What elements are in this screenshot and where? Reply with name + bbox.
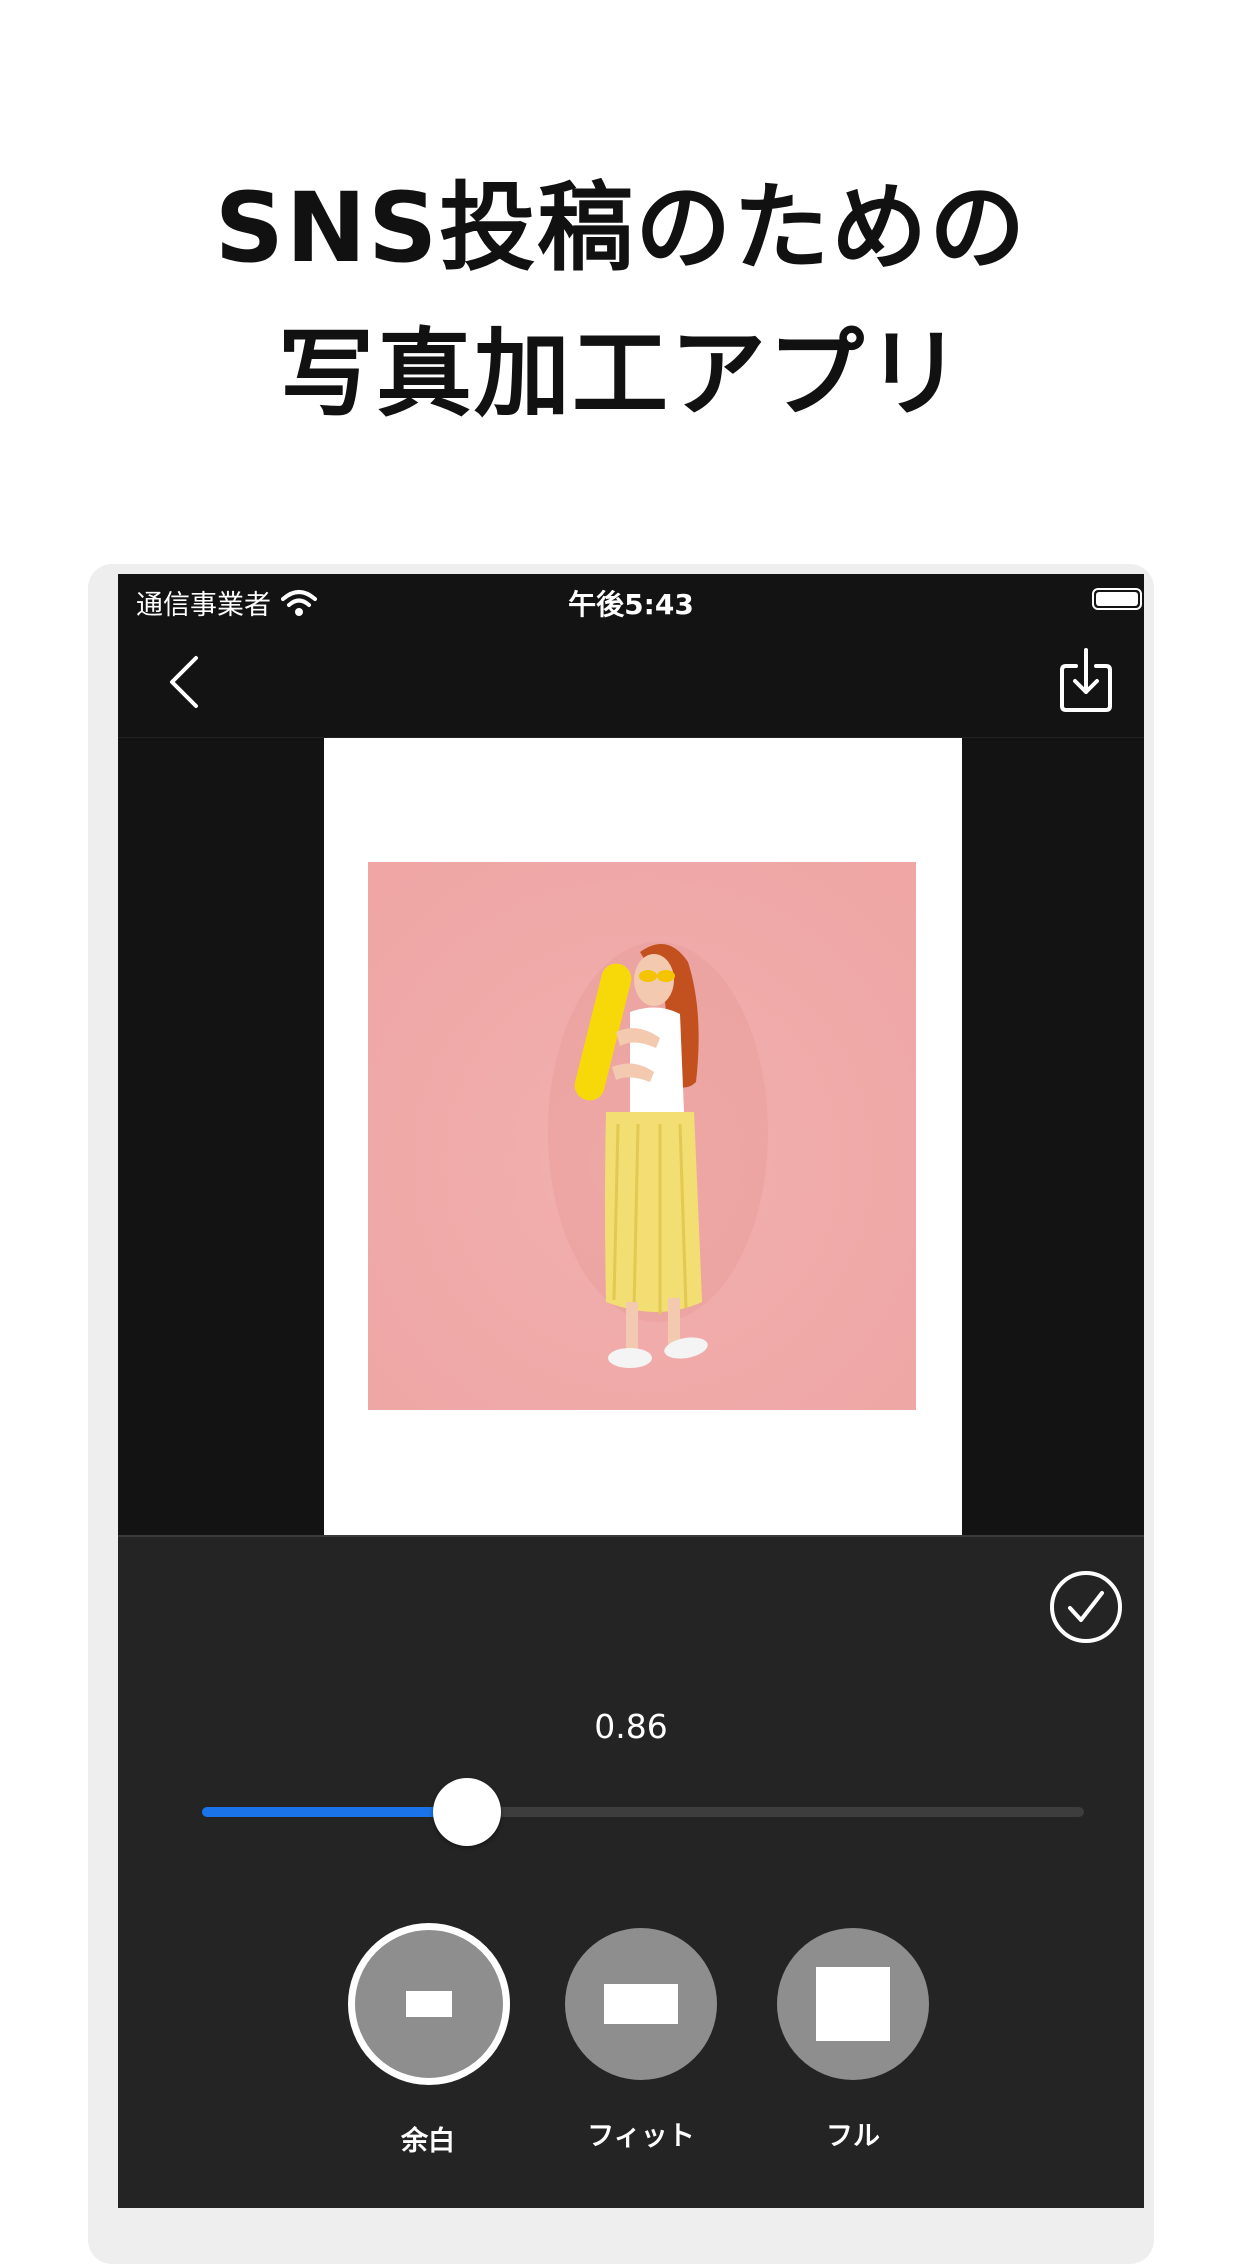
export-button[interactable] (1056, 646, 1116, 714)
navigation-bar (118, 628, 1144, 736)
wide-rectangle-icon (604, 1984, 678, 2024)
editor-panel: 0.86 余白 フィット フル (118, 1535, 1144, 2208)
mode-full-button[interactable]: フル (773, 1928, 933, 2153)
chevron-left-icon (170, 656, 198, 708)
app-screen: 通信事業者 午後5:43 0.86 余白 フィット フル (118, 574, 1144, 2208)
checkmark-circle-icon (1050, 1571, 1122, 1643)
square-icon (816, 1967, 890, 2041)
photo-canvas (118, 737, 1144, 1535)
mode-fit-label: フィット (587, 2121, 695, 2152)
back-button[interactable] (158, 650, 218, 714)
photo-image (368, 862, 916, 1410)
status-time: 午後5:43 (568, 588, 694, 621)
margin-slider[interactable] (202, 1778, 1084, 1846)
mode-margin-label: 余白 (401, 2126, 455, 2157)
slider-value-label: 0.86 (594, 1707, 668, 1746)
mode-full-circle (777, 1928, 929, 2080)
slider-thumb[interactable] (432, 1778, 501, 1846)
confirm-button[interactable] (1048, 1569, 1124, 1645)
mode-margin-button[interactable]: 余白 (348, 1923, 510, 2158)
mode-fit-circle (565, 1928, 717, 2080)
headline-line-2: 写真加工アプリ (278, 318, 964, 430)
headline-line-1: SNS投稿のための (214, 172, 1028, 284)
mode-margin-circle (348, 1923, 510, 2085)
mode-fit-button[interactable]: フィット (561, 1928, 721, 2153)
photo (368, 862, 916, 1410)
small-rectangle-icon (406, 1991, 452, 2017)
download-tray-icon (1060, 648, 1112, 712)
battery-icon (1092, 588, 1142, 610)
status-bar: 通信事業者 午後5:43 (118, 574, 1144, 628)
white-frame (324, 738, 962, 1535)
mode-full-label: フル (826, 2121, 880, 2152)
slider-fill (202, 1807, 467, 1817)
